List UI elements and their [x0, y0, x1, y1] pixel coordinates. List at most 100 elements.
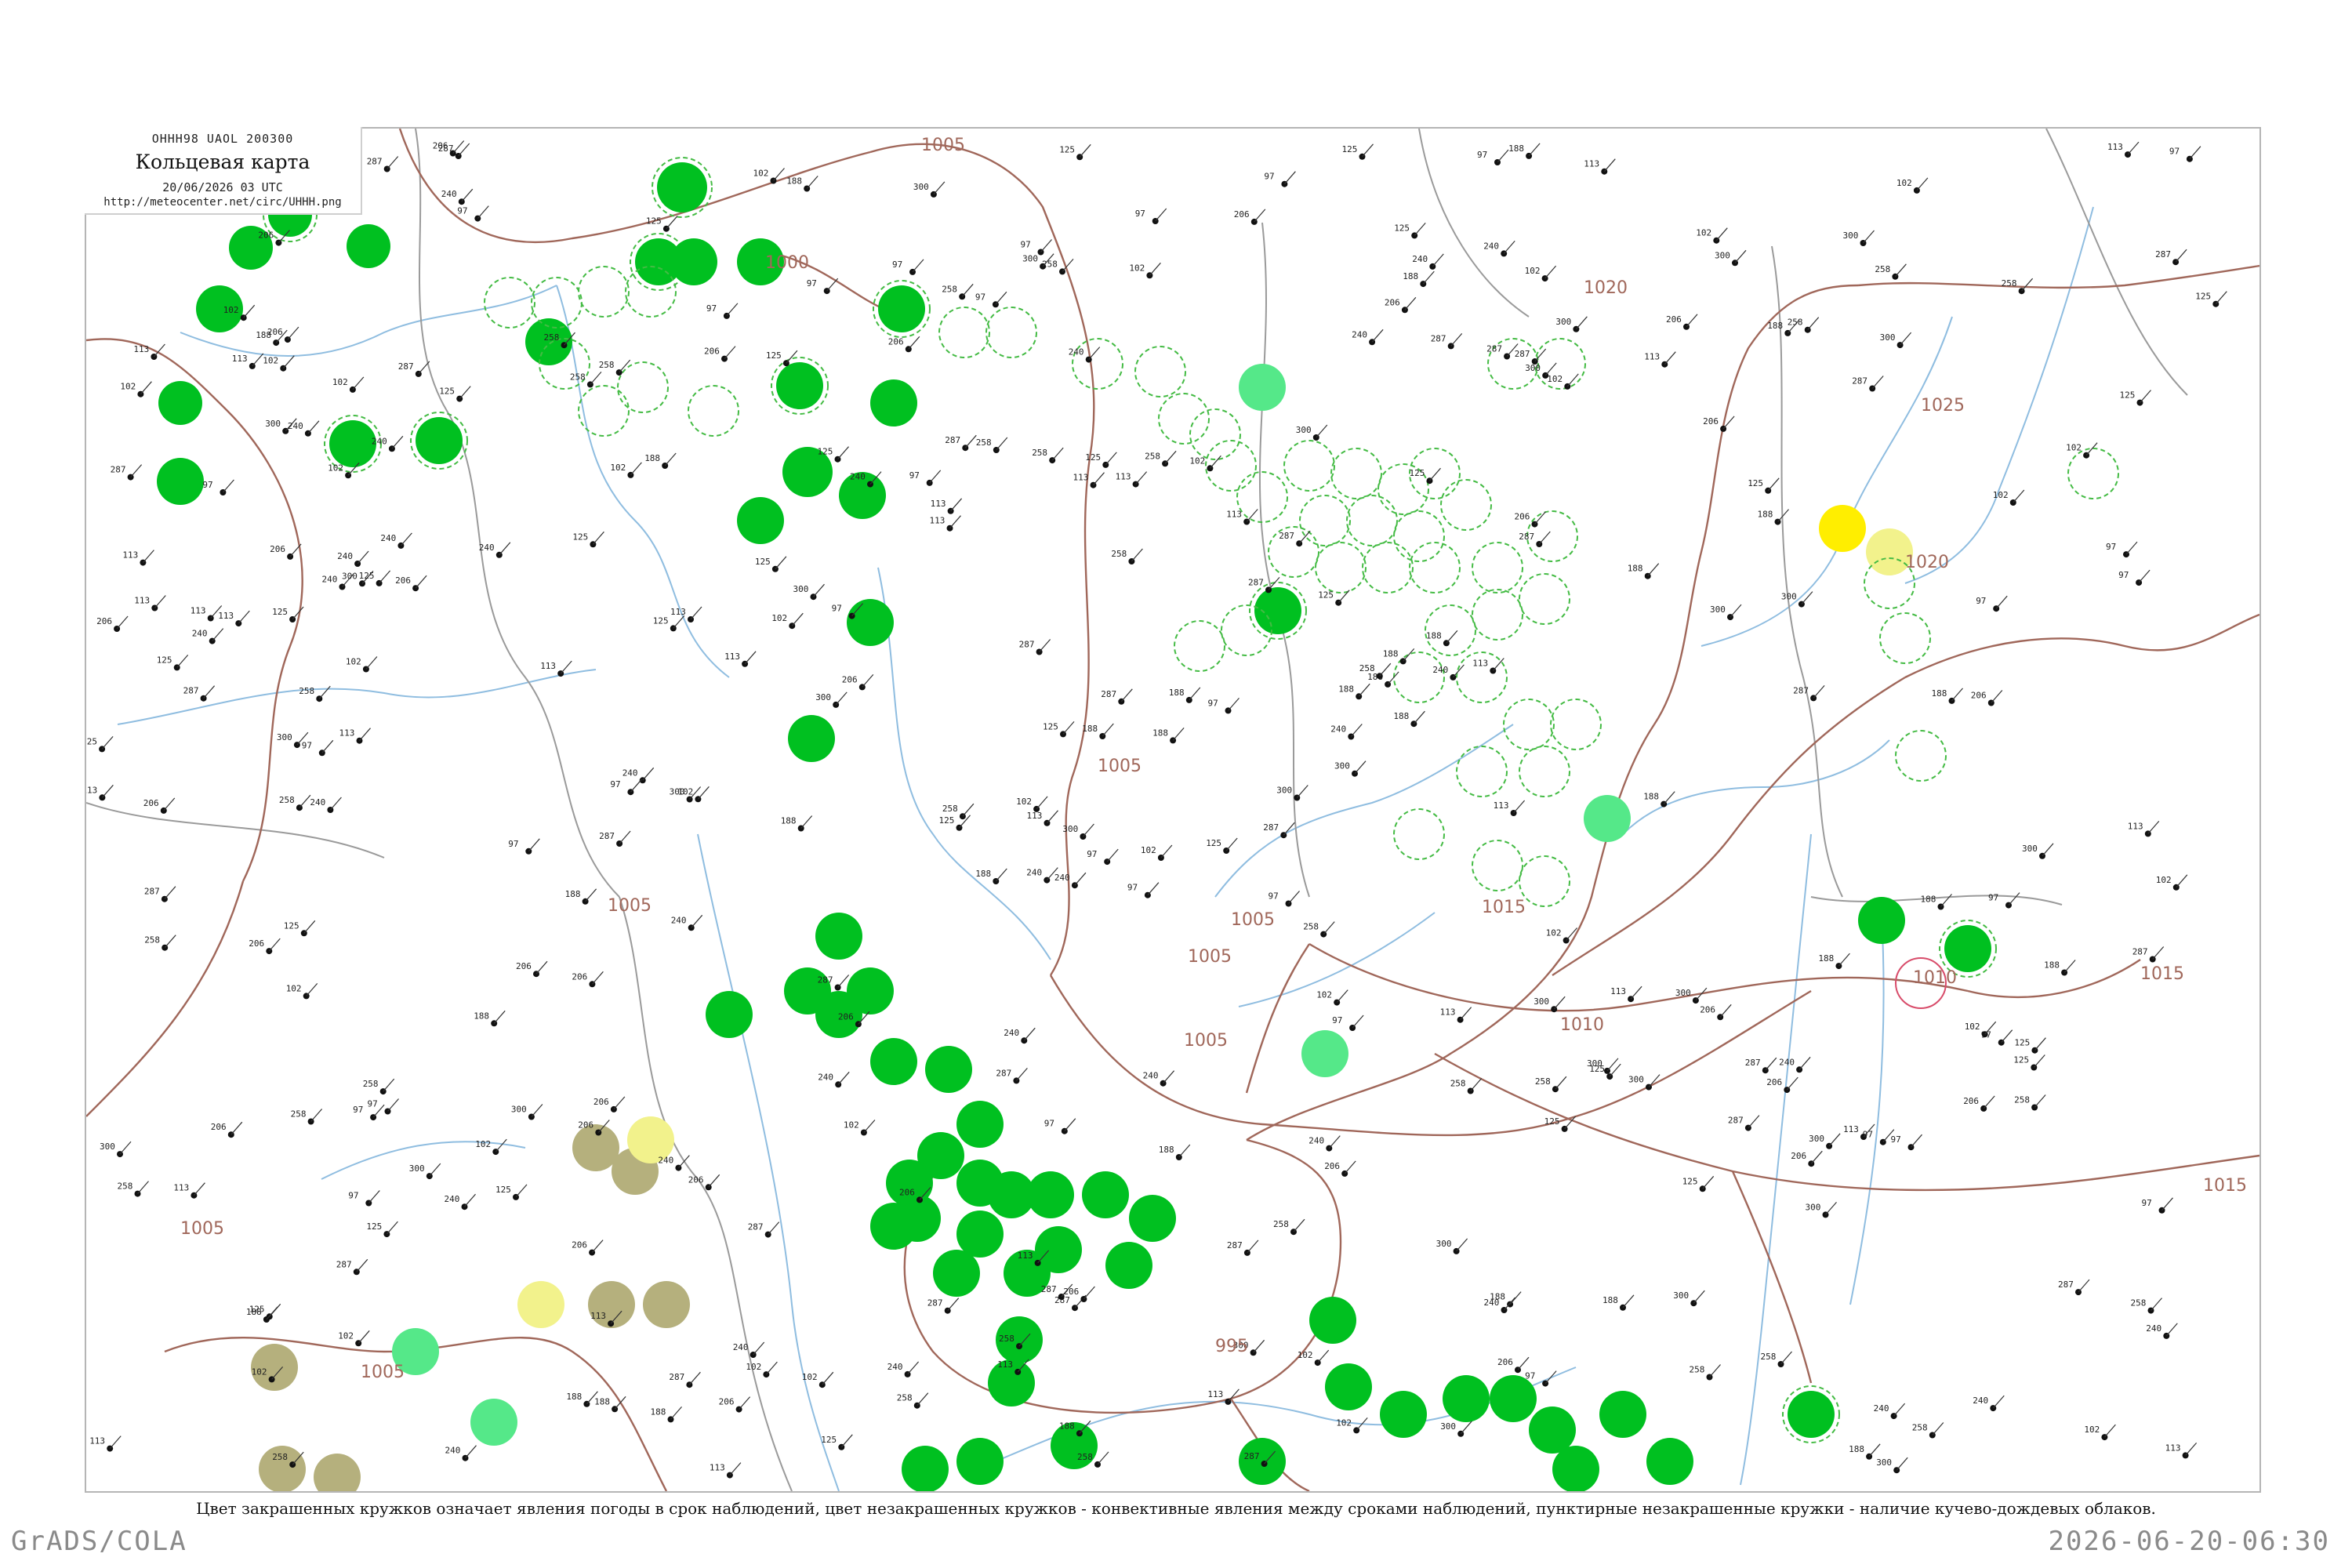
wind-barb	[1504, 1297, 1515, 1311]
isobar-label-17: 1005	[1184, 1031, 1228, 1051]
map-url[interactable]: http://meteocenter.net/circ/UHHH.png	[85, 196, 361, 209]
station-value: 300	[1880, 332, 1896, 343]
station-value: 258	[118, 1181, 133, 1192]
station-value: 287	[183, 686, 199, 696]
synoptic-map: 97 102 113 125 188 206 240 258 287 300 97 102 113 125…	[85, 127, 2261, 1493]
cb-dashed-ring-49	[1519, 855, 1570, 907]
wind-barb	[459, 386, 471, 399]
station-value: 113	[86, 785, 97, 795]
wind-barb	[1460, 1007, 1472, 1021]
wind-barb	[995, 291, 1007, 305]
weather-circle-41	[1082, 1171, 1129, 1218]
station-value: 240	[1432, 665, 1448, 675]
station-value: 240	[445, 1446, 461, 1456]
wind-barb	[230, 1121, 243, 1135]
weather-circle-56	[1646, 1438, 1693, 1485]
station-value: 125	[646, 216, 662, 227]
station-value: 125	[1748, 478, 1763, 488]
wind-barb	[1765, 1057, 1777, 1071]
station-value: 300	[1022, 254, 1038, 264]
wind-barb	[499, 542, 511, 556]
station-value: 188	[1152, 728, 1168, 738]
wind-barb	[2034, 1094, 2046, 1108]
wind-barb	[495, 1138, 507, 1152]
wind-barb	[1709, 1364, 1721, 1377]
cb-dashed-ring-6	[578, 385, 630, 437]
cb-dashed-ring-15	[1236, 471, 1288, 523]
station-value: 125	[495, 1185, 511, 1195]
wind-barb	[1247, 1240, 1259, 1254]
station-value: 188	[1643, 792, 1659, 802]
station-value: 287	[1244, 1451, 1260, 1461]
wind-barb	[1093, 472, 1105, 486]
wind-barb	[1429, 467, 1441, 481]
cb-dashed-ring-45	[1174, 620, 1225, 672]
weather-circle-28	[925, 1046, 972, 1093]
station-value: 300	[1806, 1202, 1821, 1212]
wind-barb	[1288, 891, 1300, 904]
wind-barb	[1344, 1160, 1356, 1174]
station-value: 97	[457, 206, 467, 216]
station-value: 102	[802, 1372, 818, 1382]
isobar-16	[572, 1351, 668, 1491]
station-value: 97	[1087, 849, 1097, 859]
station-value: 97	[2118, 570, 2129, 580]
station-value: 258	[2014, 1095, 2030, 1105]
wind-barb	[591, 1240, 604, 1253]
wind-barb	[2152, 946, 2165, 960]
wind-barb	[2165, 1323, 2178, 1337]
wind-barb	[386, 1221, 398, 1235]
station-value: 300	[277, 732, 292, 742]
wind-barb	[739, 1396, 751, 1410]
weather-circle-59	[1788, 1391, 1835, 1438]
station-value: 258	[1450, 1079, 1466, 1089]
station-value: 287	[1486, 344, 1502, 354]
wind-barb	[465, 1445, 477, 1459]
station-value: 102	[1965, 1022, 1980, 1032]
station-value: 300	[1809, 1134, 1824, 1144]
wind-barb	[287, 326, 299, 340]
wind-barb	[140, 381, 152, 395]
wind-barb	[1813, 685, 1825, 699]
border-2	[86, 802, 385, 858]
station-value: 188	[1403, 271, 1418, 281]
station-value: 258	[1761, 1352, 1777, 1362]
station-value: 125	[766, 350, 782, 361]
station-value: 102	[1129, 263, 1145, 273]
station-value: 240	[192, 629, 208, 639]
wind-barb	[1900, 332, 1912, 346]
wind-barb	[835, 691, 848, 706]
station-value: 300	[511, 1105, 527, 1115]
river-2	[556, 285, 730, 678]
wind-barb	[1470, 1078, 1483, 1091]
station-value: 300	[1710, 604, 1726, 615]
station-value: 113	[670, 607, 686, 617]
wind-barb	[137, 1181, 149, 1194]
wind-barb	[1064, 1118, 1076, 1132]
wind-barb	[666, 216, 678, 230]
wind-barb	[2125, 541, 2138, 555]
cb-dashed-ring-21	[1299, 495, 1351, 546]
wind-barb	[365, 656, 378, 670]
station-value: 258	[570, 372, 586, 382]
station-value: 125	[1206, 838, 1221, 848]
station-value: 113	[218, 611, 234, 621]
station-value: 113	[122, 550, 138, 561]
weather-circle-5	[157, 458, 204, 505]
station-value: 300	[1628, 1075, 1644, 1085]
station-value: 97	[353, 1105, 363, 1115]
station-value: 188	[474, 1011, 489, 1021]
station-value: 97	[348, 1191, 358, 1201]
station-value: 125	[1682, 1176, 1698, 1186]
wind-barb	[1164, 450, 1177, 464]
wind-barb	[961, 283, 974, 297]
station-value: 206	[249, 938, 264, 949]
weather-circle-7	[416, 417, 463, 464]
wind-barb	[1172, 728, 1185, 741]
wind-barb	[387, 1098, 399, 1112]
wind-barb	[1023, 1027, 1036, 1041]
station-value: 206	[572, 971, 587, 982]
station-value: 97	[1208, 698, 1218, 708]
weather-circle-52	[1490, 1375, 1537, 1422]
station-value: 188	[1849, 1444, 1864, 1454]
